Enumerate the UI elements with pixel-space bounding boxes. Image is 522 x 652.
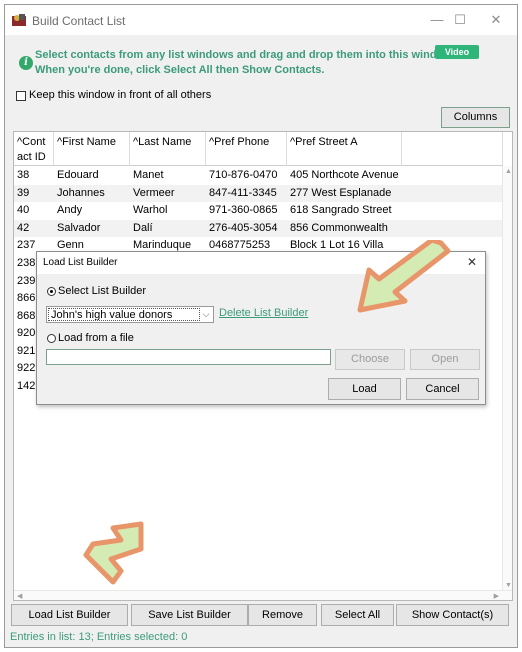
load-from-file-radio[interactable] [47,334,56,343]
table-cell: 405 Northcote Avenue [290,169,399,181]
table-row-partial-id[interactable]: 142 [17,378,35,395]
table-cell: 276-405-3054 [209,221,278,234]
select-list-builder-label: Select List Builder [58,285,147,297]
table-cell: 38 [17,169,30,181]
app-icon [12,14,26,26]
table-row[interactable]: 42 Salvador Dalí 276-405-3054 856 Commonweal… [14,219,503,237]
dialog-close-icon[interactable]: ✕ [467,255,477,269]
table-cell: Vermeer [133,186,175,199]
load-from-file-label: Load from a file [58,332,134,344]
column-header-first-name[interactable]: ^First Name [54,132,130,166]
save-list-builder-button[interactable]: Save List Builder [131,604,248,626]
table-row-partial-id[interactable]: 238 [17,255,35,272]
table-cell: Dalí [133,221,153,234]
select-all-button[interactable]: Select All [321,604,394,626]
column-header-pref-phone[interactable]: ^Pref Phone [206,132,287,166]
table-cell: Salvador [57,221,101,234]
radio-selected-dot [50,290,53,293]
choose-file-button[interactable]: Choose [335,349,405,370]
table-row-partial-id[interactable]: 866 [17,290,35,307]
remove-button[interactable]: Remove [248,604,317,626]
table-cell: 39 [17,186,30,199]
table-cell: Edouard [57,169,99,181]
column-header-contact-id[interactable]: ^Cont act ID [14,132,54,166]
dialog-title: Load List Builder [43,257,118,268]
chevron-down-icon[interactable]: ⌵ [200,308,212,321]
table-cell: 856 Commonwealth [290,221,388,234]
table-cell: 710-876-0470 [209,169,278,181]
file-path-input[interactable] [46,349,331,365]
load-button[interactable]: Load [328,378,401,400]
maximize-button[interactable]: ☐ [449,10,471,30]
horizontal-scrollbar[interactable]: ◀ ▶ [14,590,512,600]
table-cell: 847-411-3345 [209,186,277,199]
column-header-last-name[interactable]: ^Last Name [130,132,206,166]
cancel-button[interactable]: Cancel [406,378,479,400]
show-contacts-button[interactable]: Show Contact(s) [396,604,509,626]
arrow-icon-pointing-to-load-button [83,521,144,585]
table-cell: 42 [17,221,30,234]
video-button[interactable]: Video [435,45,479,59]
load-list-builder-button[interactable]: Load List Builder [11,604,128,626]
table-cell: 40 [17,204,30,216]
title-bar[interactable]: Build Contact List — ☐ ✕ [5,5,517,35]
table-row-partial-id[interactable]: 239 [17,273,35,290]
scroll-left-icon[interactable]: ◀ [17,592,22,600]
table-cell: Warhol [133,204,168,216]
table-row[interactable]: 38 Edouard Manet 710-876-0470 405 Northcote … [14,167,503,184]
scroll-down-icon[interactable]: ▼ [505,582,512,589]
table-row[interactable]: 39 Johannes Vermeer 847-411-3345 277 West Es… [14,184,503,202]
table-row-partial-id[interactable]: 921 [17,343,35,360]
status-bar-text: Entries in list: 13; Entries selected: 0 [10,631,188,643]
table-cell: Andy [57,204,83,216]
select-list-builder-radio[interactable] [47,287,56,296]
table-row-partial-id[interactable]: 868 [17,308,35,325]
instruction-line-2: When you're done, click Select All then … [35,64,325,76]
open-file-button[interactable]: Open [410,349,480,370]
table-cell: Johannes [57,186,105,199]
arrow-icon-pointing-to-delete-link [357,240,451,313]
columns-button[interactable]: Columns [441,107,510,128]
window-title: Build Contact List [32,14,126,28]
scroll-up-icon[interactable]: ▲ [505,168,512,175]
table-row[interactable]: 40 Andy Warhol 971-360-0865 618 Sangrado Str… [14,202,503,219]
info-icon: i [19,56,33,70]
close-button[interactable]: ✕ [485,10,507,30]
column-header-pref-street[interactable]: ^Pref Street A [287,132,402,166]
scroll-right-icon[interactable]: ▶ [494,592,499,600]
table-cell: Manet [133,169,164,181]
table-cell: 618 Sangrado Street [290,204,392,216]
table-row-partial-id[interactable]: 920 [17,325,35,342]
vertical-scrollbar[interactable]: ▲ ▼ [502,166,512,591]
column-header-empty [402,132,503,166]
table-row-partial-id[interactable]: 922 [17,360,35,377]
delete-list-builder-link[interactable]: Delete List Builder [219,307,308,319]
keep-in-front-label: Keep this window in front of all others [29,89,212,101]
keep-in-front-checkbox[interactable] [16,91,26,101]
list-builder-dropdown[interactable]: John's high value donors ⌵ [46,306,214,323]
table-cell: 971-360-0865 [209,204,278,216]
instruction-line-1: Select contacts from any list windows an… [35,49,455,61]
selected-list-builder-value: John's high value donors [48,308,200,321]
minimize-button[interactable]: — [426,10,448,30]
table-cell: 277 West Esplanade [290,186,392,199]
